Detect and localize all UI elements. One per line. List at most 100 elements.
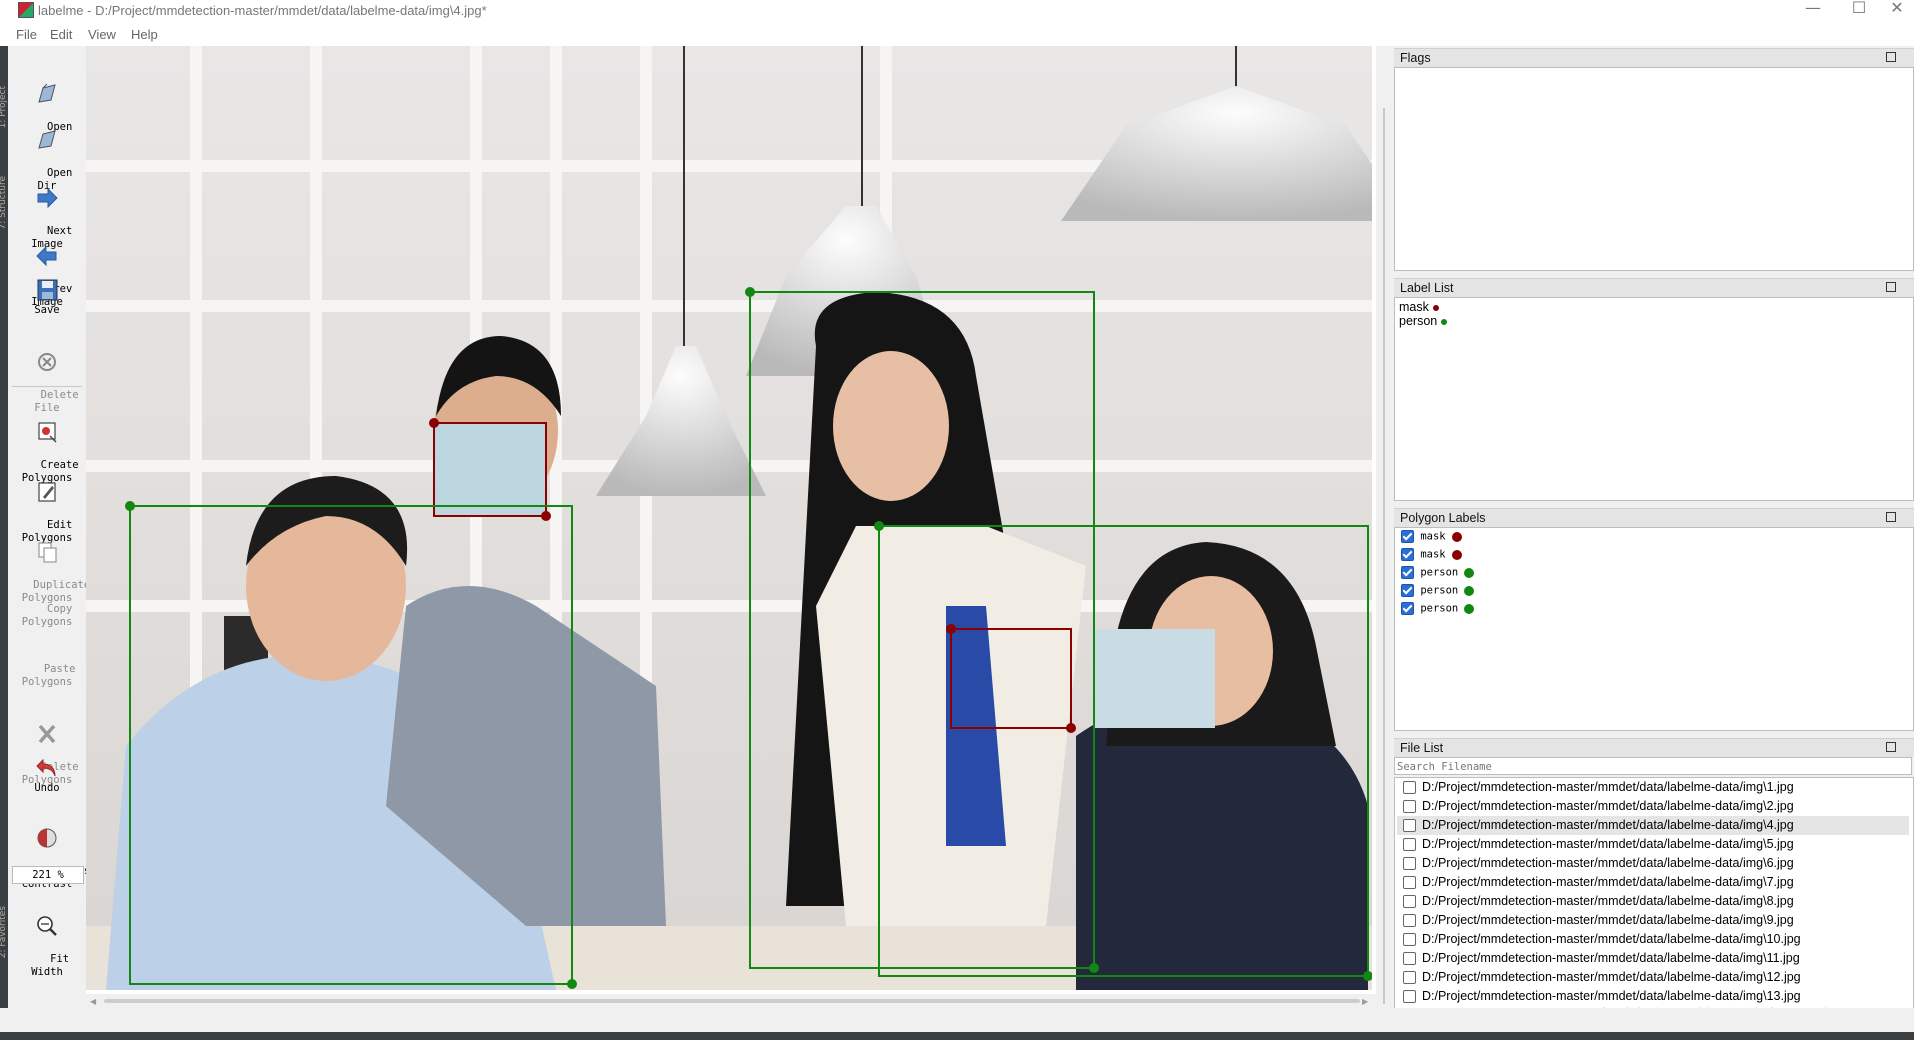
menu-edit[interactable]: Edit	[50, 27, 72, 42]
file-item[interactable]: D:/Project/mmdetection-master/mmdet/data…	[1397, 949, 1909, 968]
checkbox-checked-icon[interactable]	[1401, 530, 1414, 543]
checkbox-icon[interactable]	[1403, 819, 1416, 833]
float-window-icon[interactable]	[1886, 52, 1896, 62]
bbox-vertex-handle[interactable]	[429, 418, 439, 428]
ide-tab-project[interactable]: 1: Project	[0, 86, 8, 128]
bbox-vertex-handle[interactable]	[745, 287, 755, 297]
scroll-left-arrow[interactable]: ◀	[90, 997, 96, 1006]
checkbox-icon[interactable]	[1403, 933, 1416, 947]
polygon-item[interactable]: mask	[1401, 530, 1462, 546]
polygon-color-dot	[1464, 603, 1475, 614]
arrow-right-icon	[37, 187, 58, 209]
checkbox-icon[interactable]	[1403, 971, 1416, 985]
ide-tab-favorites[interactable]: 2: Favorites	[0, 906, 8, 958]
search-filename-input[interactable]: Search Filename	[1394, 757, 1912, 775]
file-item[interactable]: D:/Project/mmdetection-master/mmdet/data…	[1397, 892, 1909, 911]
minimize-button[interactable]: —	[1790, 0, 1836, 20]
file-item[interactable]: D:/Project/mmdetection-master/mmdet/data…	[1397, 778, 1909, 797]
paste-polygons-button[interactable]: Paste Polygons	[8, 650, 86, 702]
label-list-title: Label List	[1400, 281, 1454, 295]
bbox-vertex-handle[interactable]	[567, 979, 577, 989]
undo-button[interactable]: Undo	[8, 756, 86, 795]
float-window-icon[interactable]	[1886, 742, 1896, 752]
flags-panel-header: Flags	[1394, 48, 1914, 67]
file-item[interactable]: D:/Project/mmdetection-master/mmdet/data…	[1397, 854, 1909, 873]
zoom-fit-icon	[37, 916, 57, 936]
fit-width-button[interactable]: Fit Width	[8, 888, 86, 992]
label-list[interactable]: mask person	[1394, 297, 1914, 501]
delete-circle-icon	[38, 353, 56, 371]
copy-polygons-button[interactable]: Copy Polygons	[8, 590, 86, 642]
arrow-left-icon	[36, 245, 57, 267]
bbox-vertex-handle[interactable]	[1066, 723, 1076, 733]
checkbox-checked-icon[interactable]	[1401, 548, 1414, 561]
checkbox-icon[interactable]	[1403, 952, 1416, 966]
checkbox-icon[interactable]	[1403, 914, 1416, 928]
checkbox-checked-icon[interactable]	[1401, 584, 1414, 597]
file-item[interactable]: D:/Project/mmdetection-master/mmdet/data…	[1397, 835, 1909, 854]
file-item[interactable]: D:/Project/mmdetection-master/mmdet/data…	[1397, 930, 1909, 949]
vertical-scrollbar[interactable]	[1378, 108, 1392, 1004]
file-item[interactable]: D:/Project/mmdetection-master/mmdet/data…	[1397, 873, 1909, 892]
checkbox-icon[interactable]	[1403, 857, 1416, 871]
polygon-item[interactable]: person	[1401, 602, 1475, 618]
flags-panel-title: Flags	[1400, 51, 1431, 65]
menu-help[interactable]: Help	[131, 27, 158, 42]
float-window-icon[interactable]	[1886, 282, 1896, 292]
polygon-color-dot	[1464, 585, 1475, 596]
bbox-vertex-handle[interactable]	[946, 624, 956, 634]
checkbox-icon[interactable]	[1403, 800, 1416, 814]
polygon-item[interactable]: person	[1401, 584, 1475, 600]
brightness-contrast-icon	[37, 828, 57, 848]
label-item-mask[interactable]: mask	[1399, 300, 1439, 314]
annotated-photo	[86, 46, 1372, 990]
checkbox-checked-icon[interactable]	[1401, 602, 1414, 615]
delete-x-icon	[38, 724, 56, 744]
title-bar: labelme - D:/Project/mmdetection-master/…	[0, 0, 1914, 24]
polygon-item[interactable]: mask	[1401, 548, 1462, 564]
label-list-panel: Label List mask person	[1394, 278, 1914, 502]
scroll-right-arrow[interactable]: ▶	[1362, 997, 1368, 1006]
status-bar	[0, 1008, 1914, 1032]
file-item[interactable]: D:/Project/mmdetection-master/mmdet/data…	[1397, 797, 1909, 816]
flags-list[interactable]	[1394, 67, 1914, 271]
close-button[interactable]: ✕	[1874, 0, 1914, 20]
bbox-vertex-handle[interactable]	[125, 501, 135, 511]
polygon-labels-list[interactable]: mask mask person person person	[1394, 527, 1914, 731]
save-button[interactable]: Save	[8, 278, 86, 317]
bbox-vertex-handle[interactable]	[874, 521, 884, 531]
window-title: labelme - D:/Project/mmdetection-master/…	[38, 3, 487, 18]
float-window-icon[interactable]	[1886, 512, 1896, 522]
checkbox-icon[interactable]	[1403, 895, 1416, 909]
menu-file[interactable]: File	[16, 27, 37, 42]
menu-view[interactable]: View	[88, 27, 116, 42]
bbox-vertex-handle[interactable]	[1089, 963, 1099, 973]
ide-bottom-strip	[0, 1032, 1914, 1040]
horizontal-scrollbar[interactable]: ◀ ▶	[86, 994, 1376, 1008]
labelme-app-icon	[18, 2, 34, 18]
floppy-disk-icon	[37, 279, 58, 301]
file-item[interactable]: D:/Project/mmdetection-master/mmdet/data…	[1397, 911, 1909, 930]
open-dir-icon	[38, 130, 56, 149]
undo-arrow-icon	[36, 758, 56, 777]
file-item[interactable]: D:/Project/mmdetection-master/mmdet/data…	[1397, 968, 1909, 987]
bbox-vertex-handle[interactable]	[541, 511, 551, 521]
file-list[interactable]: D:/Project/mmdetection-master/mmdet/data…	[1394, 777, 1914, 1009]
checkbox-icon[interactable]	[1403, 838, 1416, 852]
polygon-item[interactable]: person	[1401, 566, 1475, 582]
ide-tab-structure[interactable]: 7: Structure	[0, 176, 8, 230]
image-canvas[interactable]	[86, 46, 1385, 1008]
menu-bar: File Edit View Help	[0, 24, 1914, 46]
file-item-selected[interactable]: D:/Project/mmdetection-master/mmdet/data…	[1397, 816, 1909, 835]
label-item-person[interactable]: person	[1399, 314, 1448, 328]
file-list-title: File List	[1400, 741, 1444, 755]
scroll-thumb[interactable]	[104, 999, 1360, 1003]
checkbox-icon[interactable]	[1403, 781, 1416, 795]
zoom-level-field[interactable]: 221 %	[12, 866, 84, 884]
tool-bar: Open Open Dir Next Image Prev Image Save…	[8, 46, 97, 1008]
checkbox-checked-icon[interactable]	[1401, 566, 1414, 579]
checkbox-icon[interactable]	[1403, 876, 1416, 890]
checkbox-icon[interactable]	[1403, 990, 1416, 1004]
create-polygon-icon	[38, 422, 57, 443]
file-list-header: File List	[1394, 738, 1914, 757]
